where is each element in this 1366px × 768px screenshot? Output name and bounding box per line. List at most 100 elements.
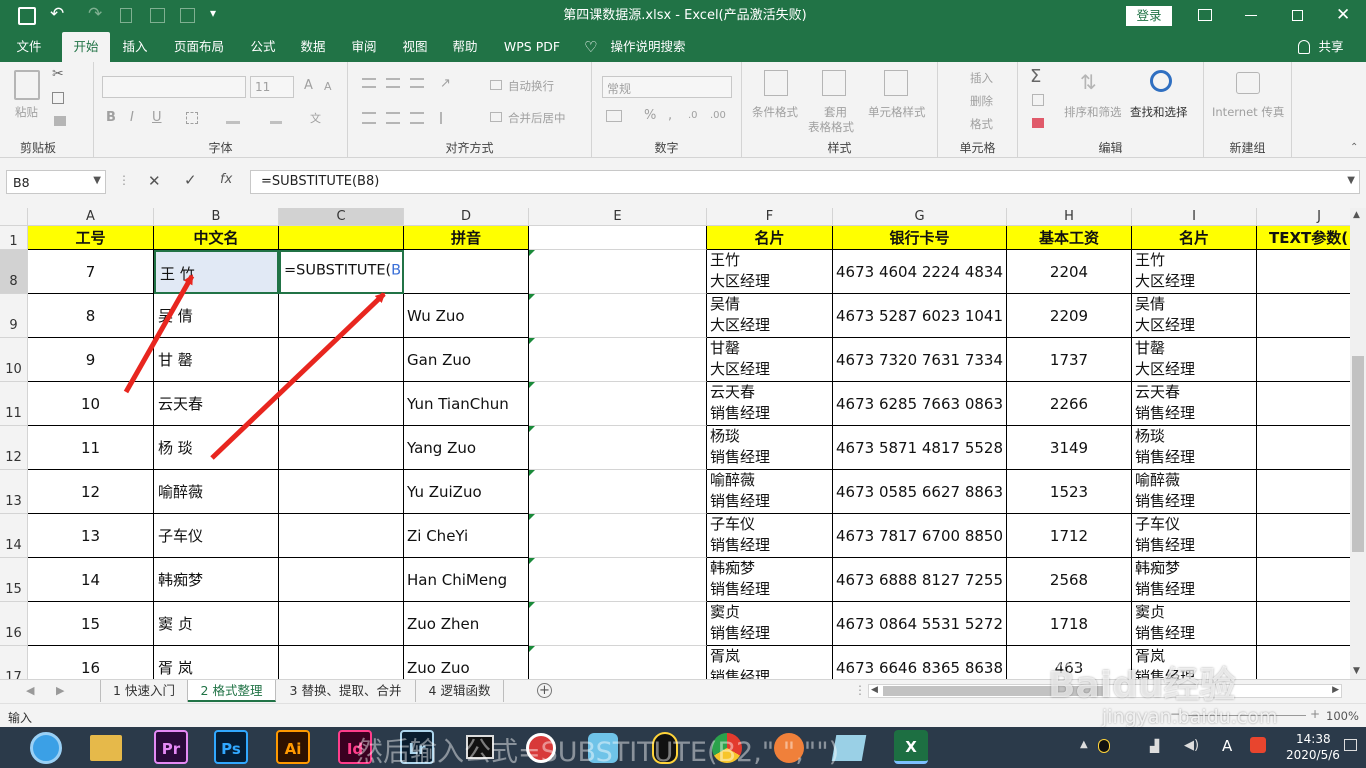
login-button[interactable]: 登录 — [1126, 6, 1172, 26]
align-right-icon[interactable] — [410, 112, 424, 124]
cell-c13[interactable] — [279, 470, 404, 514]
cell-d12[interactable]: Yang Zuo — [404, 426, 529, 470]
cell-j17[interactable] — [1257, 646, 1350, 679]
cell-f12[interactable]: 杨琰 销售经理 — [707, 426, 833, 470]
border-icon[interactable] — [186, 112, 198, 124]
row-header-1[interactable]: 1 — [0, 226, 28, 250]
paste-button[interactable]: 粘贴 — [15, 104, 38, 120]
cell-i12[interactable]: 杨琰 销售经理 — [1132, 426, 1257, 470]
select-all-corner[interactable] — [0, 208, 28, 226]
header-cell-h[interactable]: 基本工资 — [1007, 226, 1132, 250]
column-header-i[interactable]: I — [1132, 208, 1257, 226]
start-browser-icon[interactable] — [30, 732, 62, 764]
tab-wps-pdf[interactable]: WPS PDF — [498, 32, 566, 62]
cut-icon[interactable]: ✂ — [52, 66, 64, 82]
row-header-12[interactable]: 12 — [0, 426, 28, 470]
wrap-text-button[interactable]: 自动换行 — [508, 78, 554, 94]
sort-filter-button[interactable]: 排序和筛选 — [1064, 104, 1122, 120]
cell-c9[interactable] — [279, 294, 404, 338]
phonetic-icon[interactable]: 文 — [310, 110, 321, 126]
orientation-icon[interactable]: ↗ — [440, 76, 451, 91]
row-header-17[interactable]: 17 — [0, 646, 28, 679]
cell-b16[interactable]: 窦 贞 — [154, 602, 279, 646]
error-indicator-icon[interactable] — [529, 426, 535, 432]
header-cell-i[interactable]: 名片 — [1132, 226, 1257, 250]
conditional-format-button[interactable]: 条件格式 — [752, 104, 798, 120]
comma-icon[interactable]: , — [668, 108, 672, 123]
percent-button[interactable]: % — [644, 108, 656, 123]
currency-icon[interactable] — [606, 110, 622, 122]
font-size-select[interactable]: 11 — [250, 76, 294, 98]
cell-j13[interactable] — [1257, 470, 1350, 514]
cell-b12[interactable]: 杨 琰 — [154, 426, 279, 470]
row-header-14[interactable]: 14 — [0, 514, 28, 558]
delete-cells-button[interactable]: 删除 — [970, 93, 993, 109]
cell-a9[interactable]: 8 — [28, 294, 154, 338]
column-header-d[interactable]: D — [404, 208, 529, 226]
cell-e9[interactable] — [529, 294, 707, 338]
column-header-c[interactable]: C — [279, 208, 404, 226]
header-cell-e[interactable] — [529, 226, 707, 250]
tab-data[interactable]: 数据 — [292, 32, 334, 62]
clock-date[interactable]: 2020/5/6 — [1286, 748, 1340, 762]
cell-j8[interactable] — [1257, 250, 1350, 294]
name-box-dropdown-icon[interactable]: ▼ — [93, 175, 101, 186]
column-header-e[interactable]: E — [529, 208, 707, 226]
editing-formula[interactable]: =SUBSTITUTE(B8) — [284, 262, 402, 279]
cell-g15[interactable]: 4673 6888 8127 7255 — [833, 558, 1007, 602]
cell-i10[interactable]: 甘罄 大区经理 — [1132, 338, 1257, 382]
cell-j9[interactable] — [1257, 294, 1350, 338]
save-icon[interactable] — [18, 7, 36, 25]
cell-e15[interactable] — [529, 558, 707, 602]
font-name-select[interactable] — [102, 76, 246, 98]
cell-e13[interactable] — [529, 470, 707, 514]
cell-h11[interactable]: 2266 — [1007, 382, 1132, 426]
cell-h9[interactable]: 2209 — [1007, 294, 1132, 338]
file-explorer-icon[interactable] — [90, 735, 122, 761]
tab-review[interactable]: 审阅 — [343, 32, 385, 62]
cell-d8[interactable] — [404, 250, 529, 294]
cell-f16[interactable]: 窦贞 销售经理 — [707, 602, 833, 646]
excel-taskbar-icon[interactable]: X — [894, 730, 928, 764]
cell-style-button[interactable]: 单元格样式 — [868, 104, 926, 120]
prev-sheet-icon[interactable]: ◀ — [26, 684, 34, 697]
cell-d14[interactable]: Zi CheYi — [404, 514, 529, 558]
column-header-g[interactable]: G — [833, 208, 1007, 226]
bold-button[interactable]: B — [106, 110, 116, 125]
cell-e8[interactable] — [529, 250, 707, 294]
tab-help[interactable]: 帮助 — [444, 32, 486, 62]
scroll-up-icon[interactable]: ▲ — [1353, 210, 1360, 220]
share-button[interactable]: 共享 — [1314, 32, 1348, 62]
error-indicator-icon[interactable] — [529, 646, 535, 652]
photoshop-icon[interactable]: Ps — [214, 730, 248, 764]
cell-d13[interactable]: Yu ZuiZuo — [404, 470, 529, 514]
clear-icon[interactable] — [1032, 118, 1044, 128]
cell-g14[interactable]: 4673 7817 6700 8850 — [833, 514, 1007, 558]
align-left-icon[interactable] — [362, 112, 376, 124]
print-icon[interactable] — [180, 8, 195, 23]
table-format-button-line2[interactable]: 表格格式 — [808, 119, 854, 135]
column-header-a[interactable]: A — [28, 208, 154, 226]
collapse-ribbon-icon[interactable]: ⌃ — [1350, 142, 1358, 153]
cell-j16[interactable] — [1257, 602, 1350, 646]
cell-a13[interactable]: 12 — [28, 470, 154, 514]
ribbon-display-icon[interactable] — [1198, 9, 1212, 21]
cell-g16[interactable]: 4673 0864 5531 5272 — [833, 602, 1007, 646]
merge-center-button[interactable]: 合并后居中 — [508, 110, 566, 126]
cell-b10[interactable]: 甘 罄 — [154, 338, 279, 382]
wrap-text-icon[interactable] — [490, 80, 502, 90]
cell-style-icon[interactable] — [884, 70, 908, 96]
tray-sogou-icon[interactable] — [1250, 737, 1266, 753]
cell-h14[interactable]: 1712 — [1007, 514, 1132, 558]
cell-d17[interactable]: Zuo Zuo — [404, 646, 529, 679]
input-language[interactable]: A — [1222, 737, 1232, 755]
scroll-left-icon[interactable]: ◀ — [871, 685, 878, 695]
cell-b8[interactable]: 王 竹 — [154, 250, 279, 294]
conditional-format-icon[interactable] — [764, 70, 788, 96]
error-indicator-icon[interactable] — [529, 294, 535, 300]
cell-h8[interactable]: 2204 — [1007, 250, 1132, 294]
row-header-13[interactable]: 13 — [0, 470, 28, 514]
cell-a8[interactable]: 7 — [28, 250, 154, 294]
cell-j11[interactable] — [1257, 382, 1350, 426]
expand-formula-icon[interactable]: ▼ — [1347, 175, 1355, 186]
